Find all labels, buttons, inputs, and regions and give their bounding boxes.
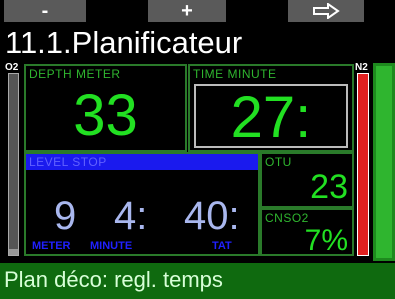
- o2-bar-label: O2: [5, 62, 19, 73]
- stop-depth-unit: METER: [32, 240, 71, 252]
- stop-depth-value: 9: [54, 194, 77, 238]
- n2-bar: [357, 73, 369, 256]
- next-softkey[interactable]: [288, 0, 364, 22]
- otu-panel: OTU 23: [260, 152, 354, 208]
- minus-label: -: [41, 0, 49, 22]
- side-indicator-inner: [376, 66, 392, 258]
- n2-bar-label: N2: [355, 62, 368, 73]
- depth-label: DEPTH METER: [29, 67, 121, 81]
- cnso2-label: CNSO2: [265, 211, 309, 225]
- plus-label: +: [181, 0, 193, 22]
- page-title: 11.1.Planificateur: [5, 25, 243, 60]
- stop-minute-value: 4:: [114, 194, 148, 238]
- stop-minute-unit: MINUTE: [90, 240, 133, 252]
- plus-softkey[interactable]: +: [148, 0, 226, 22]
- time-value: 27:: [230, 85, 312, 150]
- o2-bar: [8, 73, 19, 256]
- time-panel: TIME MINUTE 27:: [188, 64, 354, 152]
- otu-value: 23: [310, 168, 348, 206]
- depth-value: 33: [73, 83, 138, 148]
- o2-bar-fill: [9, 249, 18, 255]
- minus-softkey[interactable]: -: [4, 0, 86, 22]
- depth-panel: DEPTH METER 33: [24, 64, 187, 152]
- status-bar: Plan déco: regl. temps: [0, 263, 395, 299]
- tat-unit: TAT: [212, 240, 232, 252]
- level-stop-panel: LEVEL STOP 9 4: 40: METER MINUTE TAT: [24, 152, 260, 256]
- tat-value: 40:: [184, 194, 240, 238]
- arrow-right-icon: [313, 3, 340, 19]
- level-stop-header: LEVEL STOP: [26, 154, 258, 170]
- level-stop-label: LEVEL STOP: [29, 155, 107, 169]
- time-label: TIME MINUTE: [193, 67, 277, 81]
- cnso2-panel: CNSO2 7%: [260, 208, 354, 257]
- otu-label: OTU: [265, 155, 292, 169]
- cnso2-value: 7%: [304, 224, 348, 257]
- time-value-field[interactable]: 27:: [194, 84, 348, 150]
